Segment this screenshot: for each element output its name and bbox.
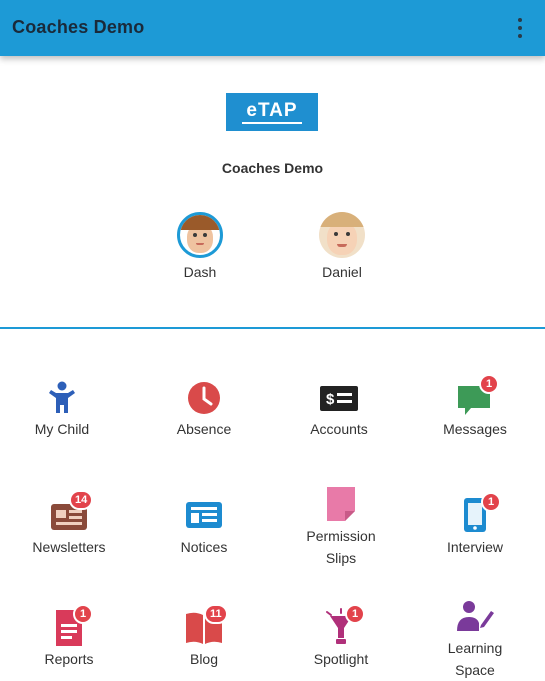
more-vert-icon[interactable] [511, 16, 529, 40]
child-name: Daniel [322, 264, 362, 280]
svg-text:$: $ [326, 391, 335, 408]
section-divider [0, 327, 545, 329]
tile-label: My Child [34, 421, 90, 437]
slip-icon [327, 487, 355, 521]
tile-label: Absence [176, 421, 232, 437]
logo-text: eTAP [242, 100, 302, 124]
tile-notices[interactable]: Notices [139, 496, 269, 558]
tile-interview[interactable]: 1 Interview [410, 492, 540, 558]
tile-newsletters[interactable]: 14 Newsletters [4, 490, 134, 558]
notice-board-icon [186, 502, 222, 528]
tile-permission-slips[interactable]: Permission Slips [276, 485, 406, 569]
tile-messages[interactable]: 1 Messages [410, 374, 540, 440]
badge: 11 [204, 604, 228, 624]
avatar [319, 212, 365, 258]
badge: 1 [73, 604, 93, 624]
app-title: Coaches Demo [12, 17, 145, 37]
avatar [177, 212, 223, 258]
badge: 14 [69, 490, 94, 510]
tile-learning-space[interactable]: Learning Space [410, 597, 540, 681]
tile-label: Messages [443, 421, 507, 437]
child-daniel[interactable]: Daniel [297, 212, 387, 280]
tile-absence[interactable]: Absence [139, 378, 269, 440]
tile-my-child[interactable]: My Child [0, 378, 127, 440]
tile-label: Interview [446, 539, 504, 555]
tile-label: Blog [189, 651, 219, 667]
tile-label: Learning Space [447, 640, 503, 678]
tile-label: Spotlight [313, 651, 369, 667]
school-name: Coaches Demo [221, 160, 324, 176]
tile-accounts[interactable]: $ Accounts [274, 378, 404, 440]
child-icon [49, 381, 75, 413]
tile-spotlight[interactable]: 1 Spotlight [276, 604, 406, 670]
tile-label: Reports [44, 651, 94, 667]
tile-blog[interactable]: 11 Blog [139, 604, 269, 670]
child-name: Dash [183, 264, 217, 280]
badge: 1 [345, 604, 365, 624]
app-bar: Coaches Demo [0, 0, 545, 56]
tile-label: Accounts [310, 421, 368, 437]
child-dash[interactable]: Dash [155, 212, 245, 280]
teacher-icon [457, 601, 494, 631]
tile-label: Notices [180, 539, 228, 555]
badge: 1 [481, 492, 501, 512]
tile-label: Newsletters [32, 539, 106, 555]
etap-logo: eTAP [226, 93, 318, 131]
payment-icon: $ [320, 386, 358, 411]
clock-icon [188, 382, 220, 414]
tile-label: Permission Slips [306, 528, 376, 566]
badge: 1 [479, 374, 499, 394]
tile-reports[interactable]: 1 Reports [4, 604, 134, 670]
